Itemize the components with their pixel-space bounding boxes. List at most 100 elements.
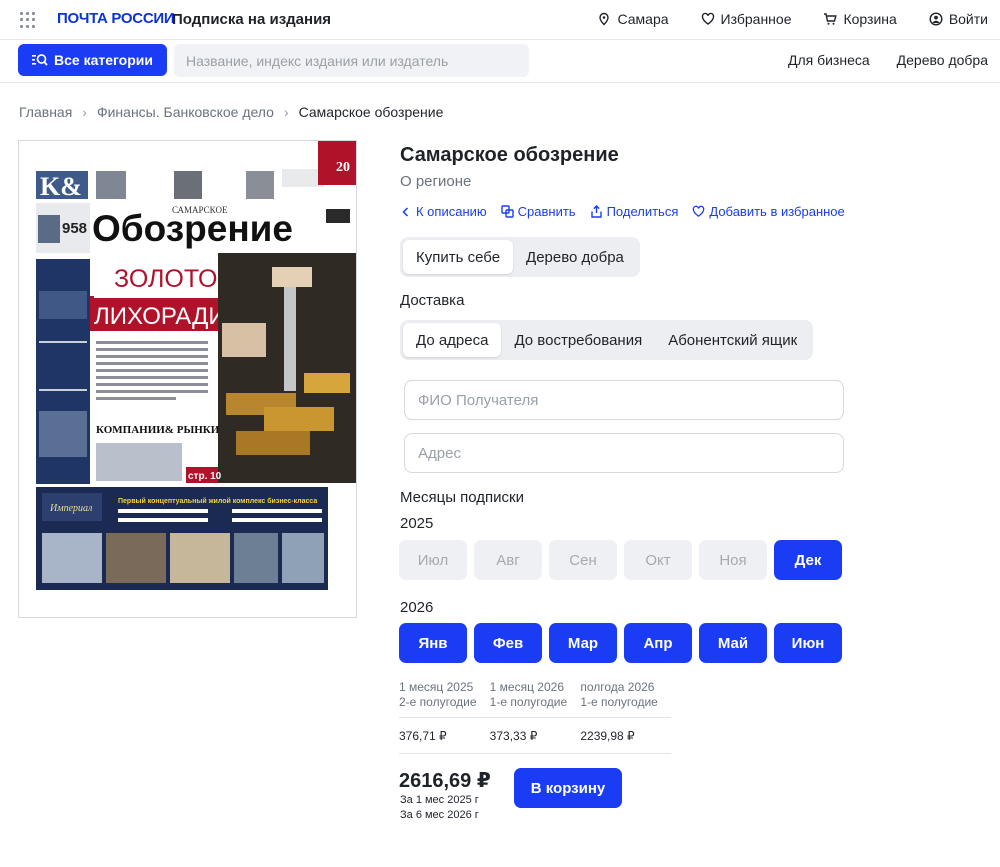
month-2026-may[interactable]: Май [699, 623, 767, 663]
nav-login[interactable]: Войти [929, 11, 988, 27]
nav-cart[interactable]: Корзина [823, 11, 897, 27]
price-col-period: 1 месяц 2025 [399, 680, 474, 694]
breadcrumb-home[interactable]: Главная [19, 104, 72, 120]
service-title[interactable]: Подписка на издания [172, 11, 331, 28]
buy-type-switch: Купить себе Дерево добра [400, 237, 640, 277]
month-2025-nov: Ноя [699, 540, 767, 580]
svg-text:20: 20 [336, 160, 350, 175]
delivery-option-pickup[interactable]: До востребования [501, 323, 655, 357]
cover-page-ref: стр. 10 [188, 471, 222, 482]
recipient-name-input[interactable] [404, 380, 844, 420]
price-col-header: 1 месяц 2025 2-е полугодие [399, 680, 490, 717]
nav-location-label: Самара [617, 11, 669, 27]
price-col-header: 1 месяц 2026 1-е полугодие [490, 680, 581, 717]
action-share-label: Поделиться [606, 204, 679, 219]
user-icon [929, 12, 943, 26]
buy-option-self[interactable]: Купить себе [403, 240, 514, 274]
months-label: Месяцы подписки [400, 489, 524, 506]
price-value: 373,33 ₽ [489, 728, 538, 743]
product-subtitle: О регионе [400, 173, 472, 190]
link-charity-tree[interactable]: Дерево добра [897, 52, 988, 68]
chevron-right-icon: › [283, 104, 289, 120]
price-breakdown-table: 1 месяц 2025 2-е полугодие 1 месяц 2026 1-… [399, 680, 671, 754]
product-title: Самарское обозрение [400, 144, 619, 166]
cover-ad-brand: Империал [49, 503, 93, 514]
price-table-values: 376,71 ₽ 373,33 ₽ 2239,98 ₽ [399, 718, 671, 754]
month-2025-jul: Июл [399, 540, 467, 580]
cover-number: 958 [62, 220, 87, 237]
action-share[interactable]: Поделиться [590, 204, 679, 219]
months-2026: Янв Фев Мар Апр Май Июн [399, 623, 842, 663]
top-bar: ПОЧТА РОССИИ Подписка на издания Самара … [0, 0, 1000, 40]
month-2026-jan[interactable]: Янв [399, 623, 467, 663]
link-business[interactable]: Для бизнеса [788, 52, 870, 68]
all-categories-button[interactable]: Все категории [18, 44, 167, 76]
delivery-label: Доставка [400, 292, 465, 309]
action-to-description-label: К описанию [416, 204, 487, 219]
action-to-description[interactable]: К описанию [400, 204, 487, 219]
cart-icon [824, 13, 838, 25]
price-col-period: полгода 2026 [580, 680, 655, 694]
month-2025-aug: Авг [474, 540, 542, 580]
price-col-half: 1-е полугодие [580, 695, 658, 709]
price-col-half: 1-е полугодие [489, 695, 568, 709]
breadcrumb: Главная › Финансы. Банковское дело › Сам… [19, 104, 443, 120]
action-add-favorite-label: Добавить в избранное [709, 204, 845, 219]
chevron-right-icon: › [82, 104, 87, 120]
categories-search-icon [32, 54, 48, 66]
nav-favorites-label: Избранное [720, 11, 792, 27]
delivery-option-po-box[interactable]: Абонентский ящик [655, 323, 810, 357]
nav-cart-label: Корзина [843, 11, 897, 27]
month-2025-sep: Сен [549, 540, 617, 580]
total-note-2026: За 6 мес 2026 г [400, 809, 479, 821]
cover-image-frame: K& 20 САМАРСКОЕ Обозрение 958 ЗОЛОТО ЛИХ… [18, 140, 357, 618]
add-to-cart-button[interactable]: В корзину [514, 768, 622, 808]
search-input[interactable] [174, 44, 529, 77]
buy-option-charity[interactable]: Дерево добра [513, 240, 637, 274]
month-2025-oct: Окт [624, 540, 692, 580]
year-2026-label: 2026 [400, 599, 434, 616]
magazine-cover: K& 20 САМАРСКОЕ Обозрение 958 ЗОЛОТО ЛИХ… [36, 141, 356, 601]
action-compare-label: Сравнить [517, 204, 576, 219]
sub-links: Для бизнеса Дерево добра [788, 52, 988, 68]
delivery-switch: До адреса До востребования Абонентский я… [400, 320, 814, 360]
months-2025: Июл Авг Сен Окт Ноя Дек [399, 540, 842, 580]
action-compare[interactable]: Сравнить [500, 204, 576, 219]
cover-masthead: Обозрение [92, 208, 293, 249]
nav-location[interactable]: Самара [597, 11, 669, 27]
month-2026-feb[interactable]: Фев [474, 623, 542, 663]
cover-section: КОМПАНИИ& РЫНКИ [96, 424, 220, 436]
breadcrumb-category[interactable]: Финансы. Банковское дело [97, 104, 274, 120]
chevron-left-icon [402, 206, 409, 217]
total-price: 2616,69 ₽ [399, 770, 491, 792]
action-add-favorite[interactable]: Добавить в избранное [692, 204, 845, 219]
compare-icon [500, 205, 514, 218]
heart-icon [701, 12, 714, 25]
price-col-header: полгода 2026 1-е полугодие [580, 680, 671, 717]
price-value: 376,71 ₽ [399, 728, 447, 743]
nav-login-label: Войти [948, 11, 988, 27]
all-categories-label: Все категории [54, 52, 153, 68]
share-icon [590, 205, 602, 218]
sub-bar: Все категории Для бизнеса Дерево добра [0, 40, 1000, 83]
logo[interactable]: ПОЧТА РОССИИ [57, 10, 175, 27]
month-2026-jun[interactable]: Июн [774, 623, 842, 663]
nav-favorites[interactable]: Избранное [701, 11, 792, 27]
price-table-header: 1 месяц 2025 2-е полугодие 1 месяц 2026 1-… [399, 680, 671, 718]
top-nav: Самара Избранное Корзина Войти [597, 11, 988, 27]
address-input[interactable] [404, 433, 844, 473]
delivery-option-address[interactable]: До адреса [403, 323, 502, 357]
apps-grid-icon[interactable] [20, 12, 36, 28]
month-2026-apr[interactable]: Апр [624, 623, 692, 663]
price-col-period: 1 месяц 2026 [489, 680, 565, 694]
year-2025-label: 2025 [400, 515, 434, 532]
month-2025-dec[interactable]: Дек [774, 540, 842, 580]
total-note-2025: За 1 мес 2025 г [400, 794, 479, 806]
product-actions: К описанию Сравнить Поделиться Добавить … [400, 204, 845, 219]
heart-outline-icon [693, 205, 705, 217]
month-2026-mar[interactable]: Мар [549, 623, 617, 663]
cover-headline-1: ЗОЛОТО [114, 265, 217, 293]
price-col-half: 2-е полугодие [399, 695, 477, 709]
cover-ad-title: Первый концептуальный жилой комплекс биз… [118, 497, 317, 505]
price-value: 2239,98 ₽ [580, 728, 635, 743]
